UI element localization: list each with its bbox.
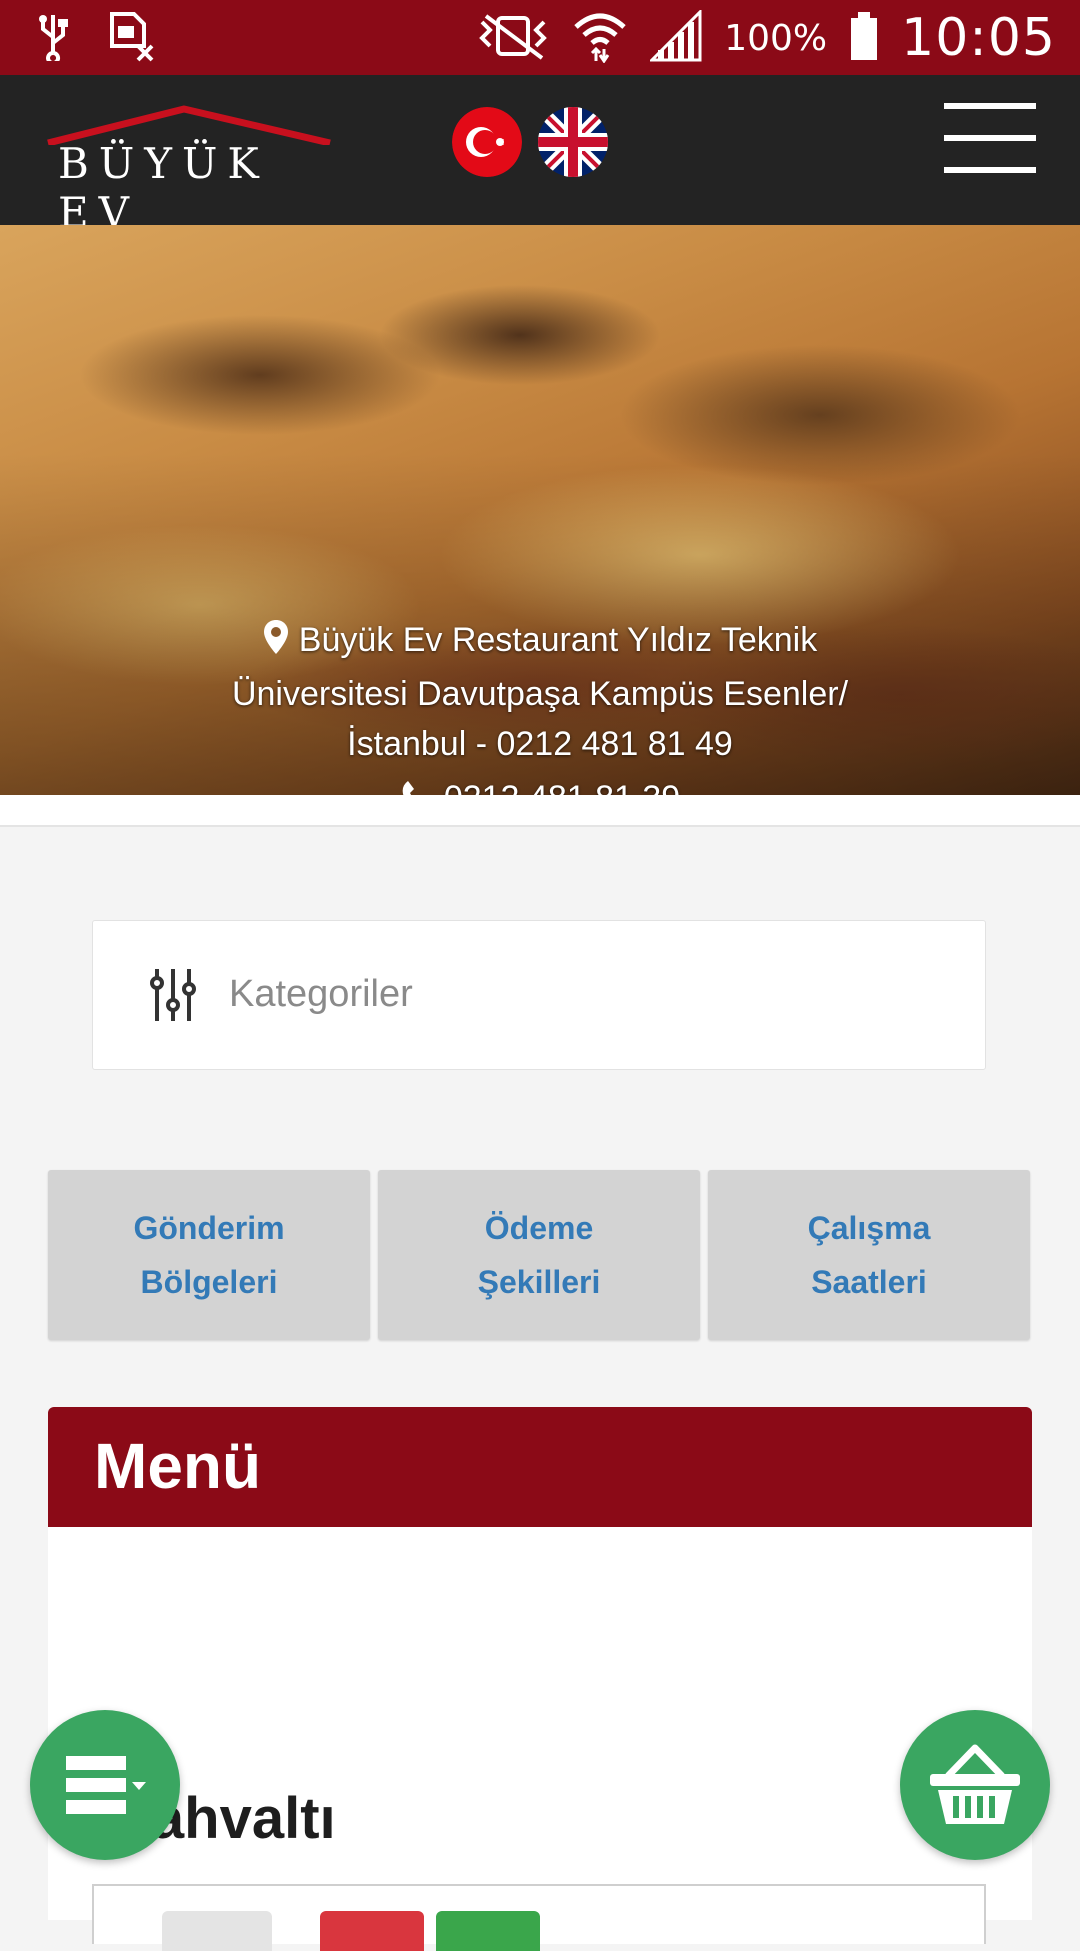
address-text: Büyük Ev Restaurant Yıldız Teknik Üniver… [231, 621, 849, 763]
category-filter[interactable]: Kategoriler [92, 920, 986, 1070]
vibrate-icon [476, 12, 550, 65]
hero-banner: Büyük Ev Restaurant Yıldız Teknik Üniver… [0, 225, 1080, 795]
language-switcher [452, 107, 608, 177]
list-dropdown-icon [66, 1756, 146, 1814]
item-add-button[interactable] [436, 1911, 540, 1951]
category-list-fab[interactable] [30, 1710, 180, 1860]
sliders-icon [149, 967, 197, 1028]
restaurant-contact: Büyük Ev Restaurant Yıldız Teknik Üniver… [190, 615, 890, 795]
cart-fab[interactable] [900, 1710, 1050, 1860]
menu-body [48, 1527, 1032, 1920]
battery-percent: 100% [724, 17, 828, 59]
logo-text: BÜYÜK EV [58, 139, 269, 237]
payment-methods-label: Ödeme Şekilleri [477, 1210, 601, 1300]
menu-item-card [92, 1884, 986, 1951]
delivery-areas-button[interactable]: Gönderim Bölgeleri [48, 1170, 370, 1340]
menu-header: Menü [48, 1407, 1032, 1527]
turkish-flag-icon[interactable] [452, 107, 522, 177]
status-bar: 100% 10:05 [0, 0, 1080, 75]
working-hours-button[interactable]: Çalışma Saatleri [708, 1170, 1030, 1340]
wifi-icon [572, 9, 628, 68]
usb-icon [36, 13, 70, 66]
section-divider [0, 795, 1080, 827]
menu-title: Menü [94, 1430, 262, 1502]
logo[interactable]: BÜYÜK EV [44, 105, 334, 237]
delivery-areas-label: Gönderim Bölgeleri [133, 1210, 285, 1300]
site-header: BÜYÜK EV [0, 75, 1080, 237]
sim-off-icon [108, 12, 154, 67]
item-remove-button[interactable] [320, 1911, 424, 1951]
phone-icon [400, 777, 434, 795]
clock: 10:05 [901, 8, 1056, 68]
working-hours-label: Çalışma Saatleri [807, 1210, 931, 1300]
category-placeholder: Kategoriler [229, 973, 413, 1015]
map-pin-icon [263, 619, 289, 669]
phone-text[interactable]: 0212 481 81 39 [444, 779, 680, 795]
battery-icon [849, 10, 879, 67]
basket-icon [930, 1744, 1020, 1824]
signal-icon [648, 7, 702, 67]
hamburger-menu-button[interactable] [944, 103, 1036, 175]
info-buttons: Gönderim Bölgeleri Ödeme Şekilleri Çalış… [48, 1170, 1030, 1340]
payment-methods-button[interactable]: Ödeme Şekilleri [378, 1170, 700, 1340]
uk-flag-icon[interactable] [538, 107, 608, 177]
item-option-button[interactable] [162, 1911, 272, 1951]
